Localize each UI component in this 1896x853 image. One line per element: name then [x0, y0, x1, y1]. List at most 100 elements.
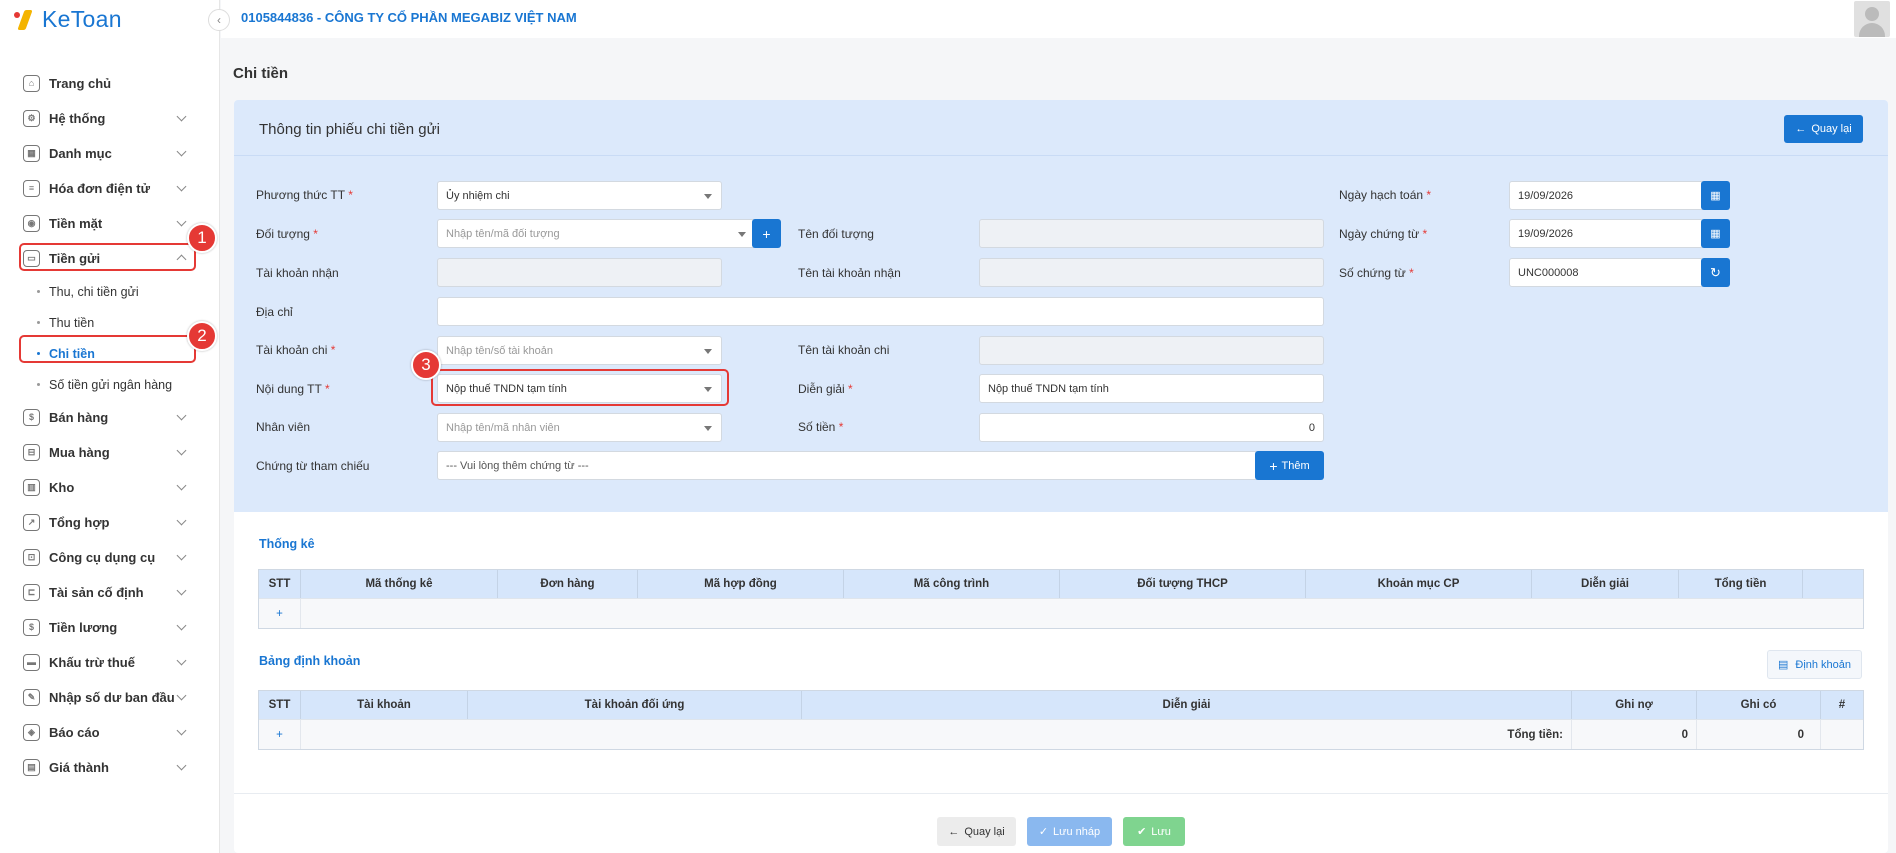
chevron-down-icon: [176, 550, 187, 561]
add-row-button[interactable]: +: [259, 720, 301, 749]
object-select[interactable]: Nhập tên/mã đối tượng: [437, 219, 756, 248]
thong-ke-table: STT Mã thống kê Đơn hàng Mã hợp đồng Mã …: [258, 569, 1864, 629]
caret-down-icon: [738, 232, 746, 237]
column-header: #: [1838, 699, 1846, 711]
tk-nhan-label: Tài khoản nhận: [256, 266, 339, 280]
sidebar-item-danh-muc[interactable]: ▦ Danh mục: [0, 136, 220, 171]
chung-tu-label: Chứng từ tham chiếu: [256, 459, 370, 473]
ten-tk-nhan-label: Tên tài khoản nhận: [798, 266, 901, 280]
sidebar-item-cong-cu[interactable]: ⊡ Công cụ dụng cụ: [0, 540, 220, 575]
column-header: Mã công trình: [844, 570, 1060, 598]
back-button-top[interactable]: ← Quay lại: [1784, 115, 1863, 143]
sidebar-item-gia-thanh[interactable]: ▤ Giá thành: [0, 750, 220, 785]
payment-method-select[interactable]: Ủy nhiệm chi: [437, 181, 722, 210]
save-button[interactable]: ✔ Lưu: [1123, 817, 1185, 846]
add-object-button[interactable]: +: [752, 219, 781, 248]
sidebar-item-khau-tru[interactable]: ▬ Khấu trừ thuế: [0, 645, 220, 680]
back-button-label: Quay lại: [964, 825, 1005, 838]
nhan-vien-label: Nhân viên: [256, 420, 311, 434]
sidebar-item-bao-cao[interactable]: ◈ Báo cáo: [0, 715, 220, 750]
address-input[interactable]: [437, 297, 1324, 326]
cart-icon: ⊟: [23, 444, 40, 461]
sidebar-item-label: Tổng hợp: [49, 515, 110, 530]
save-draft-button[interactable]: ✓ Lưu nháp: [1027, 817, 1112, 846]
sidebar-item-nhap-so-du[interactable]: ✎ Nhập số dư ban đầu: [0, 680, 220, 715]
sidebar-item-label: Tiền mặt: [49, 216, 103, 231]
sidebar-item-trang-chu[interactable]: ⌂ Trang chủ: [0, 66, 220, 101]
column-header: Tài khoản: [301, 691, 468, 719]
column-header: Ghi có: [1697, 691, 1821, 719]
back-button[interactable]: ← Quay lại: [937, 817, 1016, 846]
refresh-icon[interactable]: ↻: [1701, 258, 1730, 287]
column-header: Tài khoản đối ứng: [468, 691, 802, 719]
sidebar-item-hoa-don[interactable]: ≡ Hóa đơn điện tử: [0, 171, 220, 206]
sidebar-item-label: Kho: [49, 480, 75, 495]
dinh-khoan-table: STT Tài khoản Tài khoản đối ứng Diễn giả…: [258, 690, 1864, 750]
logo[interactable]: KeToan: [14, 4, 122, 34]
dien-giai-input[interactable]: Nộp thuế TNDN tạm tính: [979, 374, 1324, 403]
chevron-down-icon: [176, 655, 187, 666]
chevron-down-icon: [176, 445, 187, 456]
main-panel: Thông tin phiếu chi tiền gửi ← Quay lại P…: [234, 100, 1888, 853]
plus-icon: +: [1269, 457, 1278, 474]
sidebar-subitem-thu-chi[interactable]: Thu, chi tiền gửi: [0, 276, 220, 307]
payment-method-label: Phương thức TT *: [256, 188, 353, 202]
sidebar-item-label: Hóa đơn điện tử: [49, 181, 150, 196]
calendar-icon[interactable]: ▦: [1701, 181, 1730, 210]
sidebar-item-tai-san[interactable]: ⊏ Tài sản cố định: [0, 575, 220, 610]
tk-nhan-field[interactable]: [437, 258, 722, 287]
sidebar-item-he-thong[interactable]: ⚙ Hệ thống: [0, 101, 220, 136]
object-label: Đối tượng *: [256, 227, 318, 241]
highlight-box-1: [19, 243, 196, 271]
tk-chi-select[interactable]: Nhập tên/số tài khoản: [437, 336, 722, 365]
bag-icon: $: [23, 409, 40, 426]
sidebar-item-ban-hang[interactable]: $ Bán hàng: [0, 400, 220, 435]
chevron-down-icon: [176, 181, 187, 192]
column-header: Ghi nợ: [1572, 691, 1697, 719]
so-chung-tu-label: Số chứng từ *: [1339, 266, 1414, 280]
sidebar-subitem-so-tien-gui[interactable]: Số tiền gửi ngân hàng: [0, 369, 220, 400]
chevron-down-icon: [176, 111, 187, 122]
ten-tk-chi-field[interactable]: [979, 336, 1324, 365]
sidebar-subitem-label: Thu tiền: [49, 315, 95, 330]
object-name-field[interactable]: [979, 219, 1324, 248]
collapse-sidebar-button[interactable]: ‹: [208, 9, 230, 31]
chevron-down-icon: [176, 585, 187, 596]
column-header: Đối tượng THCP: [1060, 570, 1306, 598]
calendar-icon[interactable]: ▦: [1701, 219, 1730, 248]
check-icon: ✓: [1038, 826, 1049, 838]
so-chung-tu-input[interactable]: UNC000008: [1509, 258, 1704, 287]
highlight-box-3: [431, 369, 729, 406]
sidebar-item-kho[interactable]: ▥ Kho: [0, 470, 220, 505]
cash-icon: ◉: [23, 215, 40, 232]
chevron-down-icon: [176, 515, 187, 526]
sidebar-item-tien-luong[interactable]: $ Tiền lương: [0, 610, 220, 645]
topbar: 0105844836 - CÔNG TY CỔ PHẦN MEGABIZ VIỆ…: [221, 0, 1896, 38]
sidebar-item-tong-hop[interactable]: ↗ Tổng hợp: [0, 505, 220, 540]
column-header: Diễn giải: [802, 691, 1572, 719]
sidebar-subitem-label: Thu, chi tiền gửi: [49, 284, 139, 299]
user-check-icon: ✔: [1137, 826, 1147, 838]
table-row: +: [259, 598, 1863, 628]
them-button[interactable]: + Thêm: [1255, 451, 1324, 480]
nhan-vien-select[interactable]: Nhập tên/mã nhân viên: [437, 413, 722, 442]
sidebar-item-label: Danh mục: [49, 146, 112, 161]
sidebar-item-label: Nhập số dư ban đầu: [49, 690, 175, 705]
form-title: Thông tin phiếu chi tiền gửi: [259, 121, 440, 138]
chung-tu-input[interactable]: --- Vui lòng thêm chứng từ ---: [437, 451, 1258, 480]
sidebar-item-mua-hang[interactable]: ⊟ Mua hàng: [0, 435, 220, 470]
so-tien-label: Số tiền *: [798, 420, 844, 434]
column-header: Đơn hàng: [498, 570, 638, 598]
ten-tk-nhan-field[interactable]: [979, 258, 1324, 287]
logo-text: KeToan: [42, 5, 122, 32]
annotation-badge-1: 1: [187, 223, 217, 253]
ngay-hach-toan-input[interactable]: 19/09/2026: [1509, 181, 1704, 210]
ngay-chung-tu-input[interactable]: 19/09/2026: [1509, 219, 1704, 248]
dinh-khoan-button[interactable]: ▤ Định khoản: [1767, 650, 1862, 679]
chart-icon: ↗: [23, 514, 40, 531]
table-row: + Tổng tiền: 0 0: [259, 719, 1863, 749]
tax-icon: ▬: [23, 654, 40, 671]
so-tien-input[interactable]: 0: [979, 413, 1324, 442]
avatar[interactable]: [1854, 1, 1890, 37]
add-row-button[interactable]: +: [259, 599, 301, 628]
